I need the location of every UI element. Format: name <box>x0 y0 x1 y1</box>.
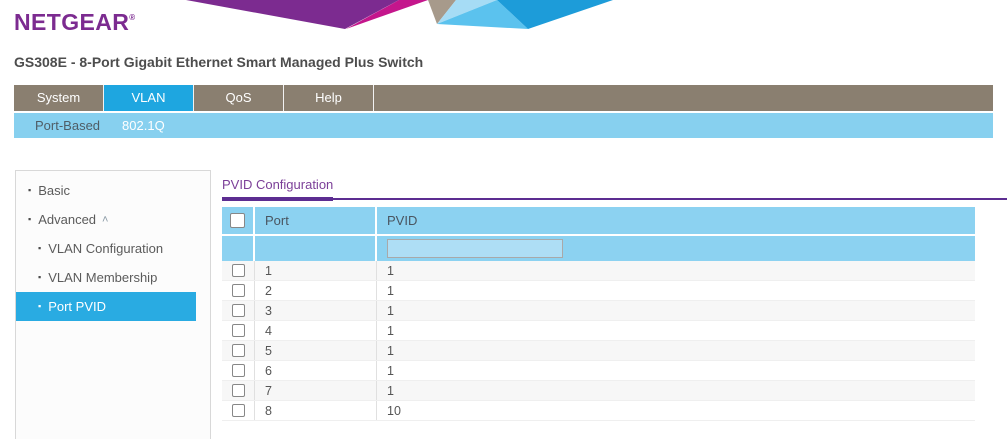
sidebar-item-label: Basic <box>38 183 70 198</box>
filter-checkbox-cell <box>222 236 255 261</box>
caret-up-icon: ˄ <box>102 214 108 226</box>
sidebar-item-label: VLAN Membership <box>48 270 157 285</box>
sidebar: ▪ Basic ▪ Advanced ˄ ▪ VLAN Configuratio… <box>15 170 211 439</box>
port-cell: 8 <box>255 401 377 420</box>
page-title: PVID Configuration <box>222 177 333 201</box>
table-row: 4 1 <box>222 321 975 341</box>
row-checkbox-cell <box>222 401 255 420</box>
bullet-icon: ▪ <box>38 302 41 311</box>
main-panel: PVID Configuration Port PVID 1 1 <box>211 170 1007 439</box>
filter-port-cell <box>255 236 377 261</box>
sidebar-item-vlan-configuration[interactable]: ▪ VLAN Configuration <box>16 234 210 263</box>
page-header: NETGEAR® GS308E - 8-Port Gigabit Etherne… <box>0 0 1007 70</box>
row-checkbox-cell <box>222 321 255 340</box>
row-checkbox-cell <box>222 381 255 400</box>
section-title-rule: PVID Configuration <box>222 176 1007 200</box>
subnav-item-port-based[interactable]: Port-Based <box>25 118 110 133</box>
row-checkbox[interactable] <box>232 284 245 297</box>
logo-text: NETGEAR <box>14 9 129 35</box>
filter-pvid-cell <box>377 236 975 261</box>
row-checkbox[interactable] <box>232 264 245 277</box>
pvid-cell: 1 <box>377 301 975 320</box>
row-checkbox[interactable] <box>232 384 245 397</box>
main-nav: System VLAN QoS Help <box>14 85 993 111</box>
table-row: 6 1 <box>222 361 975 381</box>
table-row: 7 1 <box>222 381 975 401</box>
pvid-filter-input[interactable] <box>387 239 563 258</box>
bullet-icon: ▪ <box>38 244 41 253</box>
table-row: 1 1 <box>222 261 975 281</box>
pvid-cell: 1 <box>377 341 975 360</box>
bullet-icon: ▪ <box>28 186 31 195</box>
content-area: ▪ Basic ▪ Advanced ˄ ▪ VLAN Configuratio… <box>15 170 1007 439</box>
sidebar-item-label: Port PVID <box>48 299 106 314</box>
pvid-cell: 1 <box>377 381 975 400</box>
registered-mark: ® <box>129 13 135 22</box>
row-checkbox[interactable] <box>232 324 245 337</box>
tab-qos[interactable]: QoS <box>194 85 284 111</box>
port-cell: 5 <box>255 341 377 360</box>
sidebar-item-basic[interactable]: ▪ Basic <box>16 176 210 205</box>
port-cell: 3 <box>255 301 377 320</box>
row-checkbox[interactable] <box>232 364 245 377</box>
table-row: 5 1 <box>222 341 975 361</box>
sidebar-item-label: Advanced <box>38 212 96 227</box>
bullet-icon: ▪ <box>38 273 41 282</box>
port-cell: 7 <box>255 381 377 400</box>
row-checkbox-cell <box>222 281 255 300</box>
port-cell: 2 <box>255 281 377 300</box>
row-checkbox-cell <box>222 261 255 280</box>
row-checkbox[interactable] <box>232 344 245 357</box>
sidebar-item-label: VLAN Configuration <box>48 241 163 256</box>
pvid-cell: 10 <box>377 401 975 420</box>
pvid-table: Port PVID 1 1 2 1 3 <box>222 207 975 421</box>
subnav-item-8021q[interactable]: 802.1Q <box>112 118 175 133</box>
sub-nav: Port-Based 802.1Q <box>14 113 993 138</box>
row-checkbox-cell <box>222 301 255 320</box>
tab-help[interactable]: Help <box>284 85 374 111</box>
tab-vlan[interactable]: VLAN <box>104 85 194 111</box>
device-title: GS308E - 8-Port Gigabit Ethernet Smart M… <box>14 54 1007 70</box>
table-row: 2 1 <box>222 281 975 301</box>
sidebar-item-advanced[interactable]: ▪ Advanced ˄ <box>16 205 210 234</box>
row-checkbox[interactable] <box>232 404 245 417</box>
row-checkbox[interactable] <box>232 304 245 317</box>
sidebar-item-port-pvid[interactable]: ▪ Port PVID <box>16 292 196 321</box>
table-row: 3 1 <box>222 301 975 321</box>
column-header-pvid: PVID <box>377 207 975 234</box>
row-checkbox-cell <box>222 341 255 360</box>
table-row: 8 10 <box>222 401 975 421</box>
pvid-cell: 1 <box>377 281 975 300</box>
sidebar-item-vlan-membership[interactable]: ▪ VLAN Membership <box>16 263 210 292</box>
header-checkbox-cell <box>222 207 255 234</box>
column-header-port: Port <box>255 207 377 234</box>
pvid-cell: 1 <box>377 261 975 280</box>
port-cell: 1 <box>255 261 377 280</box>
pvid-cell: 1 <box>377 361 975 380</box>
netgear-logo: NETGEAR® <box>14 0 1007 36</box>
select-all-checkbox[interactable] <box>230 213 245 228</box>
port-cell: 4 <box>255 321 377 340</box>
port-cell: 6 <box>255 361 377 380</box>
row-checkbox-cell <box>222 361 255 380</box>
pvid-cell: 1 <box>377 321 975 340</box>
table-header-row: Port PVID <box>222 207 975 234</box>
bullet-icon: ▪ <box>28 215 31 224</box>
table-filter-row <box>222 236 975 261</box>
tab-system[interactable]: System <box>14 85 104 111</box>
